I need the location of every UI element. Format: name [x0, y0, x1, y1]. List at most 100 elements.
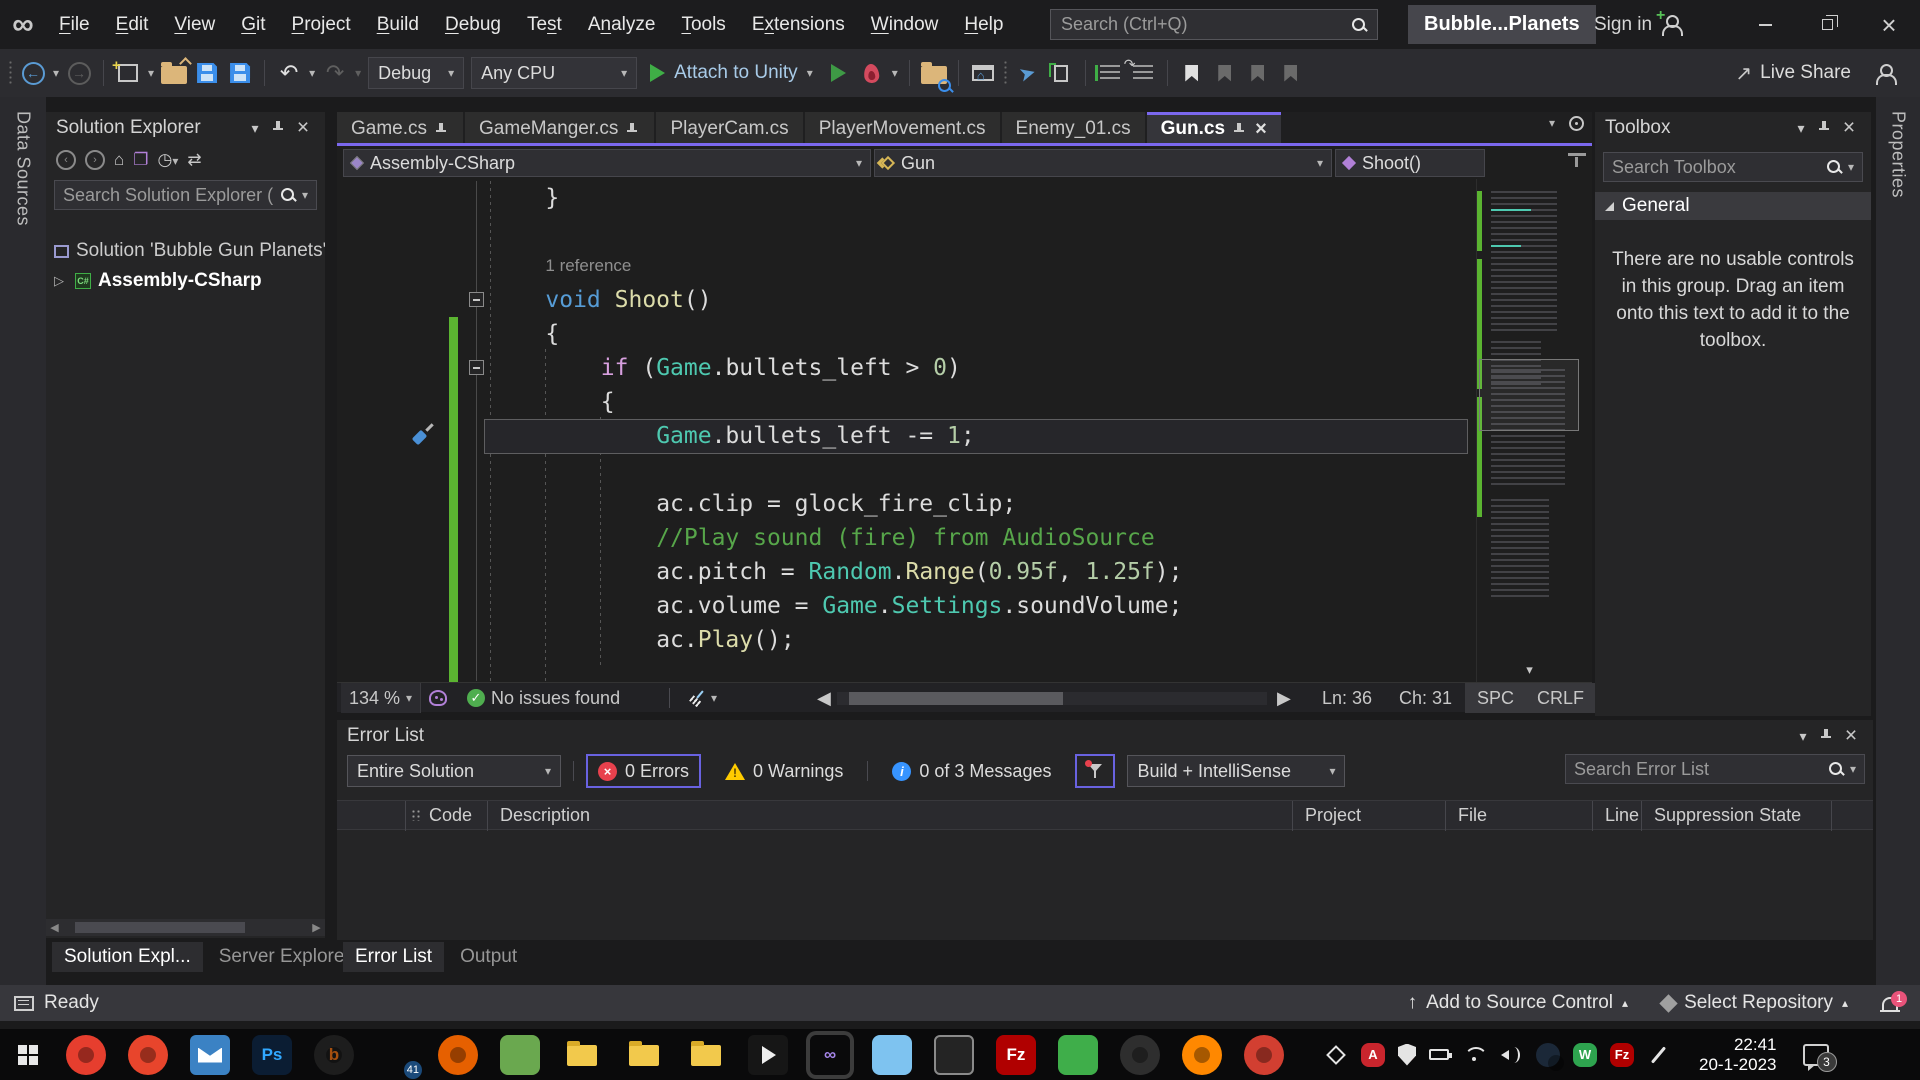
code-line[interactable]: } — [337, 181, 1592, 215]
hot-reload-button[interactable] — [859, 56, 885, 90]
editor-tab-playercam-cs[interactable]: PlayerCam.cs — [656, 112, 802, 143]
photoshop-icon[interactable]: Ps — [252, 1035, 292, 1075]
menu-git[interactable]: Git — [228, 0, 278, 49]
code-line[interactable]: if (Game.bullets_left > 0) — [337, 351, 1592, 385]
line-ending-indicator[interactable]: CRLF — [1525, 683, 1596, 713]
code-line[interactable] — [337, 453, 1592, 487]
tab-server-explorer[interactable]: Server Explorer — [207, 942, 363, 972]
add-to-source-control-button[interactable]: ↑ Add to Source Control ▴ — [1408, 992, 1628, 1014]
minimap-collapse-icon[interactable]: ▾ — [1477, 662, 1582, 678]
code-editor[interactable]: }1 referencevoid Shoot(){if (Game.bullet… — [337, 179, 1592, 682]
code-line[interactable]: //Play sound (fire) from AudioSource — [337, 521, 1592, 555]
wamp-tray-icon[interactable]: W — [1573, 1043, 1597, 1067]
tab-output[interactable]: Output — [448, 942, 529, 972]
next-bookmark-button[interactable] — [1245, 56, 1271, 90]
wifi-tray-icon[interactable] — [1462, 1043, 1486, 1067]
tree-item-solution[interactable]: Solution 'Bubble Gun Planets' — [46, 236, 325, 266]
editor-tab-enemy-01-cs[interactable]: Enemy_01.cs — [1002, 112, 1145, 143]
feedback-icon[interactable] — [1874, 63, 1894, 83]
menu-window[interactable]: Window — [858, 0, 952, 49]
search-options-icon[interactable]: ▾ — [1848, 160, 1854, 174]
collapse-region-button[interactable] — [469, 360, 484, 375]
sync-with-active-document-button[interactable]: ➤ — [1015, 56, 1041, 90]
menu-build[interactable]: Build — [364, 0, 432, 49]
folder-icon-3[interactable] — [686, 1035, 726, 1075]
action-center-button[interactable]: 3 — [1803, 1044, 1829, 1066]
column-line[interactable]: Line — [1605, 805, 1639, 826]
close-icon[interactable]: × — [1839, 729, 1863, 743]
unity-tray-icon[interactable] — [1326, 1045, 1346, 1065]
menu-extensions[interactable]: Extensions — [739, 0, 858, 49]
undo-button[interactable]: ↶ — [276, 56, 302, 90]
mail-icon[interactable] — [190, 1035, 230, 1075]
close-button[interactable]: × — [1858, 0, 1920, 49]
warnings-filter-button[interactable]: 0 Warnings — [713, 754, 855, 788]
steam-tray-icon[interactable] — [1536, 1043, 1560, 1067]
sign-in-button[interactable]: Sign in — [1594, 0, 1652, 49]
visual-studio-icon[interactable]: ∞ — [810, 1035, 850, 1075]
comment-lines-button[interactable] — [1130, 56, 1156, 90]
split-editor-icon[interactable] — [1568, 153, 1586, 169]
menu-tools[interactable]: Tools — [668, 0, 738, 49]
line-indicator[interactable]: Ln: 36 — [1322, 683, 1372, 713]
close-icon[interactable]: × — [291, 121, 315, 135]
code-cleanup-button[interactable]: ▾ — [689, 683, 717, 713]
restore-button[interactable] — [1796, 0, 1858, 49]
search-options-icon[interactable]: ▾ — [302, 188, 308, 202]
defender-tray-icon[interactable]: × — [1398, 1044, 1416, 1066]
scope-dropdown[interactable]: Entire Solution▾ — [347, 755, 561, 787]
window-position-icon[interactable]: ▾ — [1789, 120, 1813, 137]
filter-button[interactable] — [1075, 754, 1115, 788]
window-position-icon[interactable]: ▾ — [243, 120, 267, 137]
pin-icon[interactable] — [1233, 122, 1247, 136]
folder-icon-2[interactable] — [624, 1035, 664, 1075]
minimap[interactable]: ▾ — [1476, 179, 1582, 682]
notifications-button[interactable]: 1 — [1882, 997, 1898, 1010]
back-icon[interactable]: ‹ — [56, 150, 76, 170]
save-button[interactable] — [194, 56, 220, 90]
firefox-icon[interactable] — [438, 1035, 478, 1075]
output-window-icon[interactable] — [14, 996, 34, 1011]
editor-tab-playermovement-cs[interactable]: PlayerMovement.cs — [805, 112, 1000, 143]
code-line[interactable] — [337, 215, 1592, 249]
copy-document-button[interactable] — [1048, 56, 1074, 90]
column-description[interactable]: Description — [500, 805, 590, 826]
scroll-left-icon[interactable]: ◀ — [817, 683, 831, 713]
undo-dropdown-icon[interactable]: ▾ — [309, 66, 315, 80]
pin-icon[interactable] — [626, 122, 640, 136]
tab-solution-explorer[interactable]: Solution Expl... — [52, 942, 203, 972]
code-line[interactable]: ac.volume = Game.Settings.soundVolume; — [337, 589, 1592, 623]
code-line[interactable]: void Shoot() — [337, 283, 1592, 317]
close-icon[interactable]: × — [1837, 121, 1861, 135]
new-project-button[interactable] — [115, 56, 141, 90]
horizontal-scrollbar[interactable] — [837, 692, 1267, 705]
pin-icon[interactable] — [435, 122, 449, 136]
column-file[interactable]: File — [1458, 805, 1487, 826]
toolbar-grip[interactable] — [8, 60, 13, 86]
solution-platform-dropdown[interactable]: Any CPU▾ — [471, 57, 637, 89]
photos-icon[interactable] — [872, 1035, 912, 1075]
type-dropdown[interactable]: Gun▾ — [874, 149, 1332, 177]
navigate-back-dropdown-icon[interactable]: ▾ — [53, 66, 59, 80]
pin-icon[interactable] — [267, 120, 291, 137]
search-options-icon[interactable]: ▾ — [1850, 762, 1856, 776]
sync-active-document-icon[interactable]: ⇄ — [187, 150, 201, 170]
folder-icon-1[interactable] — [562, 1035, 602, 1075]
new-project-dropdown-icon[interactable]: ▾ — [148, 66, 154, 80]
dark-app-icon[interactable] — [1120, 1035, 1160, 1075]
app-b-icon[interactable]: b — [314, 1035, 354, 1075]
scroll-right-icon[interactable]: ▶ — [1277, 683, 1291, 713]
errors-filter-button[interactable]: × 0 Errors — [586, 754, 701, 788]
volume-tray-icon[interactable] — [1499, 1043, 1523, 1067]
epic-games-icon[interactable] — [748, 1035, 788, 1075]
editor-tab-gamemanger-cs[interactable]: GameManger.cs — [465, 112, 654, 143]
toolbox-section-general[interactable]: General — [1595, 192, 1871, 220]
close-icon[interactable] — [1255, 118, 1267, 141]
solution-name-chip[interactable]: Bubble...Planets — [1408, 5, 1596, 44]
browser-orange-icon[interactable] — [128, 1035, 168, 1075]
minimap-viewport[interactable] — [1479, 359, 1579, 431]
minecraft-icon[interactable] — [500, 1035, 540, 1075]
code-line[interactable]: { — [337, 385, 1592, 419]
tree-item-project[interactable]: ▷ C# Assembly-CSharp — [46, 266, 325, 296]
sign-in-person-icon[interactable]: + — [1660, 14, 1680, 34]
